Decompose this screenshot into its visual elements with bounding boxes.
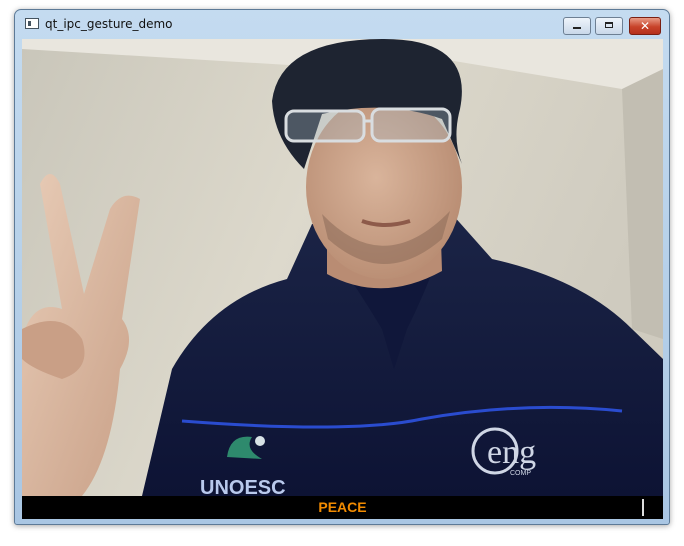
maximize-icon bbox=[605, 22, 613, 28]
minimize-icon bbox=[573, 27, 581, 29]
gesture-label: PEACE bbox=[318, 499, 367, 515]
webcam-frame: UNOESC eng COMP bbox=[22, 39, 663, 496]
svg-text:COMP: COMP bbox=[510, 470, 531, 477]
close-icon: ✕ bbox=[639, 19, 651, 33]
close-button[interactable]: ✕ bbox=[629, 17, 661, 35]
text-cursor bbox=[642, 499, 644, 516]
glasses-right-lens bbox=[370, 107, 452, 143]
glasses-left-lens bbox=[284, 109, 366, 143]
title-bar[interactable]: qt_ipc_gesture_demo ✕ bbox=[15, 10, 669, 38]
app-window: qt_ipc_gesture_demo ✕ UNOESC eng COMP PE… bbox=[14, 9, 670, 525]
minimize-button[interactable] bbox=[563, 17, 591, 35]
app-icon[interactable] bbox=[25, 18, 39, 29]
maximize-button[interactable] bbox=[595, 17, 623, 35]
gesture-result-bar: PEACE bbox=[22, 496, 663, 519]
svg-text:UNOESC: UNOESC bbox=[200, 477, 286, 496]
window-title: qt_ipc_gesture_demo bbox=[45, 17, 173, 31]
svg-text:eng: eng bbox=[487, 434, 536, 471]
video-area: UNOESC eng COMP PEACE bbox=[22, 39, 663, 519]
